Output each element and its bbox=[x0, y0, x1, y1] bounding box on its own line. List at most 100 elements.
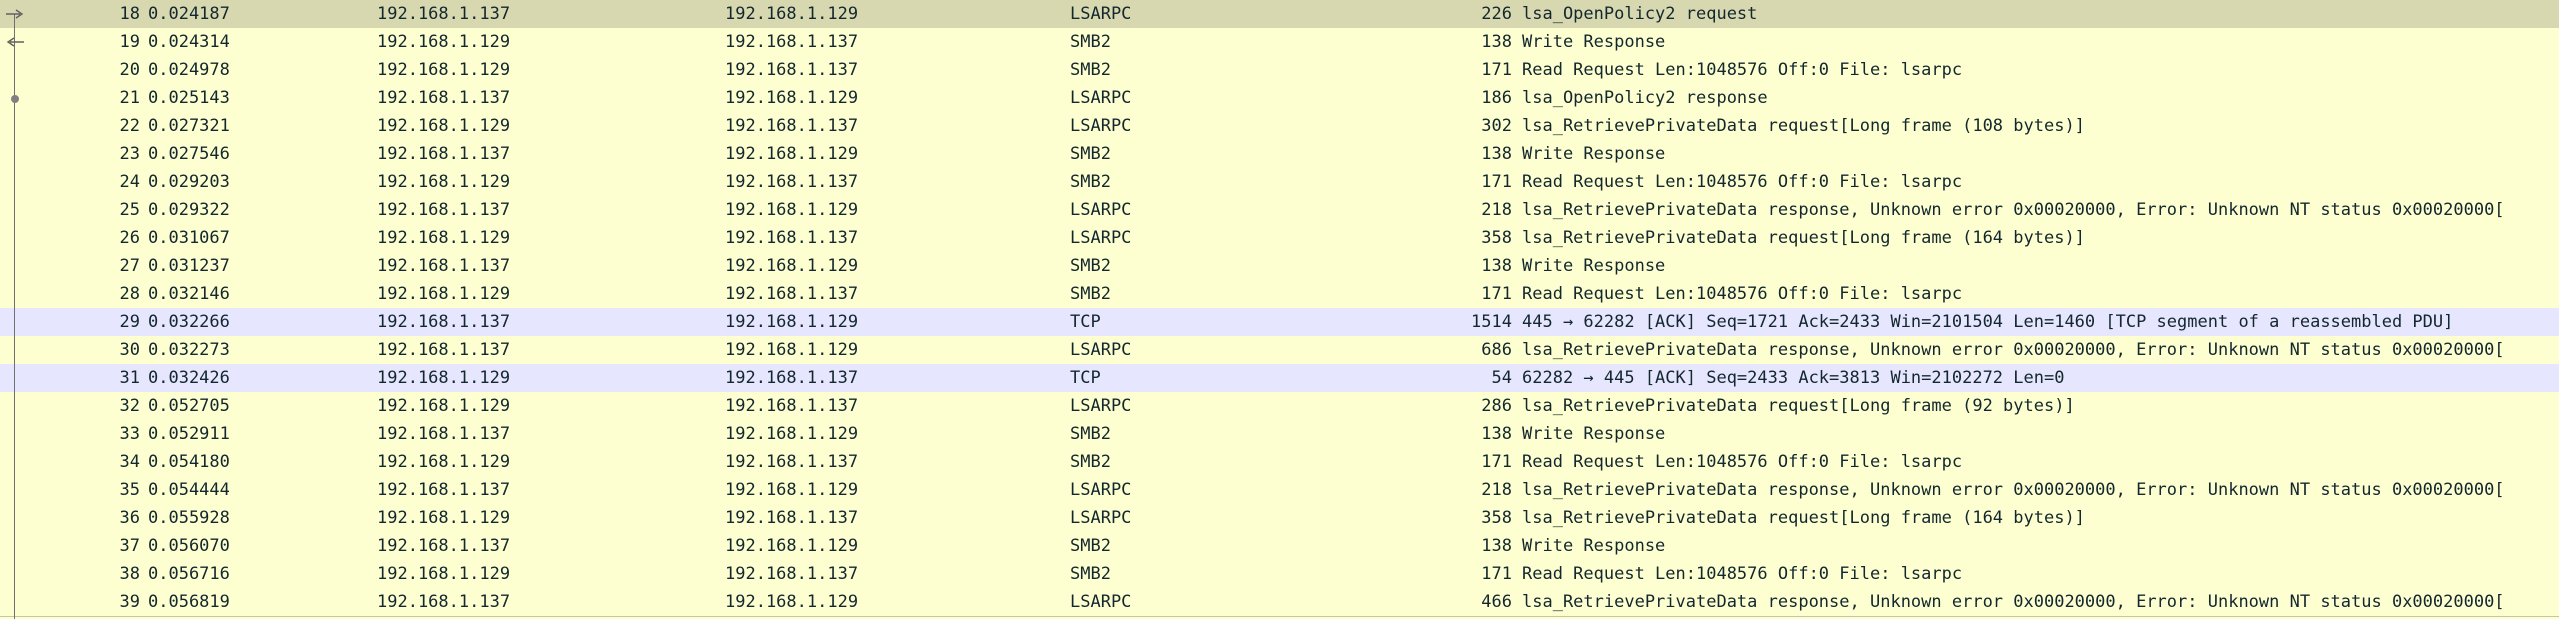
packet-length: 218 bbox=[1481, 200, 1512, 220]
packet-source: 192.168.1.129 bbox=[377, 60, 511, 80]
packet-protocol: LSARPC bbox=[1070, 4, 1132, 24]
packet-info: Read Request Len:1048576 Off:0 File: lsa… bbox=[1522, 172, 1963, 192]
packet-protocol: SMB2 bbox=[1070, 144, 1111, 164]
packet-row[interactable]: 39 0.056819 192.168.1.137 192.168.1.129 LSAR… bbox=[0, 588, 2559, 617]
packet-protocol: SMB2 bbox=[1070, 536, 1111, 556]
packet-destination: 192.168.1.129 bbox=[725, 88, 859, 108]
packet-length: 138 bbox=[1481, 256, 1512, 276]
packet-source: 192.168.1.137 bbox=[377, 4, 511, 24]
packet-row[interactable]: 29 0.032266 192.168.1.137 192.168.1.129 TCP 1… bbox=[0, 308, 2559, 336]
packet-destination: 192.168.1.137 bbox=[725, 452, 859, 472]
packet-row[interactable]: 35 0.054444 192.168.1.137 192.168.1.129 LSAR… bbox=[0, 476, 2559, 504]
packet-row-selected[interactable]: 18 0.024187 192.168.1.137 192.168.1.129 LSAR… bbox=[0, 0, 2559, 28]
packet-row[interactable]: 34 0.054180 192.168.1.129 192.168.1.137 SMB2… bbox=[0, 448, 2559, 476]
packet-length: 138 bbox=[1481, 144, 1512, 164]
packet-row[interactable]: 30 0.032273 192.168.1.137 192.168.1.129 LSAR… bbox=[0, 336, 2559, 364]
packet-source: 192.168.1.129 bbox=[377, 564, 511, 584]
packet-info: Write Response bbox=[1522, 424, 1666, 444]
packet-row[interactable]: 33 0.052911 192.168.1.137 192.168.1.129 SMB2… bbox=[0, 420, 2559, 448]
packet-number: 19 bbox=[119, 32, 140, 52]
packet-destination: 192.168.1.129 bbox=[725, 340, 859, 360]
packet-destination: 192.168.1.137 bbox=[725, 396, 859, 416]
packet-row[interactable]: 20 0.024978 192.168.1.129 192.168.1.137 SMB2… bbox=[0, 56, 2559, 84]
packet-destination: 192.168.1.137 bbox=[725, 116, 859, 136]
packet-row[interactable]: 19 0.024314 192.168.1.129 192.168.1.137 SMB2… bbox=[0, 28, 2559, 56]
packet-row[interactable]: 28 0.032146 192.168.1.129 192.168.1.137 SMB2… bbox=[0, 280, 2559, 308]
packet-row[interactable]: 22 0.027321 192.168.1.129 192.168.1.137 LSAR… bbox=[0, 112, 2559, 140]
packet-number: 33 bbox=[119, 424, 140, 444]
packet-protocol: TCP bbox=[1070, 368, 1101, 388]
packet-row[interactable]: 38 0.056716 192.168.1.129 192.168.1.137 SMB2… bbox=[0, 560, 2559, 588]
packet-row[interactable]: 37 0.056070 192.168.1.137 192.168.1.129 SMB2… bbox=[0, 532, 2559, 560]
packet-info: lsa_RetrievePrivateData response, Unknow… bbox=[1522, 200, 2505, 220]
packet-info: lsa_OpenPolicy2 request bbox=[1522, 4, 1758, 24]
packet-destination: 192.168.1.129 bbox=[725, 312, 859, 332]
packet-source: 192.168.1.129 bbox=[377, 452, 511, 472]
packet-length: 358 bbox=[1481, 508, 1512, 528]
packet-row[interactable]: 27 0.031237 192.168.1.137 192.168.1.129 SMB2… bbox=[0, 252, 2559, 280]
packet-source: 192.168.1.129 bbox=[377, 368, 511, 388]
packet-row[interactable]: 32 0.052705 192.168.1.129 192.168.1.137 LSAR… bbox=[0, 392, 2559, 420]
packet-info: lsa_RetrievePrivateData request[Long fra… bbox=[1522, 396, 2075, 416]
packet-info: Write Response bbox=[1522, 536, 1666, 556]
packet-number: 38 bbox=[119, 564, 140, 584]
packet-number: 24 bbox=[119, 172, 140, 192]
packet-time: 0.031237 bbox=[148, 256, 230, 276]
packet-number: 29 bbox=[119, 312, 140, 332]
packet-destination: 192.168.1.137 bbox=[725, 508, 859, 528]
packet-length: 171 bbox=[1481, 284, 1512, 304]
packet-length: 171 bbox=[1481, 564, 1512, 584]
packet-number: 39 bbox=[119, 592, 140, 612]
packet-protocol: SMB2 bbox=[1070, 60, 1111, 80]
packet-length: 218 bbox=[1481, 480, 1512, 500]
packet-row[interactable]: 25 0.029322 192.168.1.137 192.168.1.129 LSAR… bbox=[0, 196, 2559, 224]
packet-time: 0.056819 bbox=[148, 592, 230, 612]
packet-length: 686 bbox=[1481, 340, 1512, 360]
packet-length: 302 bbox=[1481, 116, 1512, 136]
packet-length: 358 bbox=[1481, 228, 1512, 248]
packet-source: 192.168.1.137 bbox=[377, 256, 511, 276]
packet-length: 138 bbox=[1481, 32, 1512, 52]
packet-row[interactable]: 23 0.027546 192.168.1.137 192.168.1.129 SMB2… bbox=[0, 140, 2559, 168]
packet-protocol: LSARPC bbox=[1070, 200, 1132, 220]
packet-time: 0.056716 bbox=[148, 564, 230, 584]
packet-info: Write Response bbox=[1522, 32, 1666, 52]
packet-number: 30 bbox=[119, 340, 140, 360]
packet-source: 192.168.1.137 bbox=[377, 312, 511, 332]
packet-source: 192.168.1.137 bbox=[377, 340, 511, 360]
packet-destination: 192.168.1.129 bbox=[725, 4, 859, 24]
packet-time: 0.032273 bbox=[148, 340, 230, 360]
packet-info: Read Request Len:1048576 Off:0 File: lsa… bbox=[1522, 284, 1963, 304]
packet-number: 28 bbox=[119, 284, 140, 304]
packet-number: 20 bbox=[119, 60, 140, 80]
packet-time: 0.027546 bbox=[148, 144, 230, 164]
packet-length: 171 bbox=[1481, 452, 1512, 472]
packet-length: 138 bbox=[1481, 536, 1512, 556]
packet-number: 23 bbox=[119, 144, 140, 164]
packet-row[interactable]: 26 0.031067 192.168.1.129 192.168.1.137 LSAR… bbox=[0, 224, 2559, 252]
packet-destination: 192.168.1.129 bbox=[725, 536, 859, 556]
packet-protocol: LSARPC bbox=[1070, 508, 1132, 528]
packet-protocol: SMB2 bbox=[1070, 172, 1111, 192]
packet-number: 31 bbox=[119, 368, 140, 388]
packet-destination: 192.168.1.137 bbox=[725, 368, 859, 388]
packet-info: 62282 → 445 [ACK] Seq=2433 Ack=3813 Win=… bbox=[1522, 368, 2065, 388]
packet-protocol: LSARPC bbox=[1070, 592, 1132, 612]
packet-protocol: LSARPC bbox=[1070, 228, 1132, 248]
packet-list[interactable]: 18 0.024187 192.168.1.137 192.168.1.129 LSAR… bbox=[0, 0, 2559, 619]
packet-source: 192.168.1.129 bbox=[377, 508, 511, 528]
packet-protocol: SMB2 bbox=[1070, 32, 1111, 52]
packet-length: 466 bbox=[1481, 592, 1512, 612]
packet-row[interactable]: 21 0.025143 192.168.1.137 192.168.1.129 LSAR… bbox=[0, 84, 2559, 112]
packet-row[interactable]: 24 0.029203 192.168.1.129 192.168.1.137 SMB2… bbox=[0, 168, 2559, 196]
packet-info: Read Request Len:1048576 Off:0 File: lsa… bbox=[1522, 564, 1963, 584]
packet-row[interactable]: 31 0.032426 192.168.1.129 192.168.1.137 TCP 5… bbox=[0, 364, 2559, 392]
packet-destination: 192.168.1.129 bbox=[725, 200, 859, 220]
packet-protocol: SMB2 bbox=[1070, 564, 1111, 584]
packet-length: 171 bbox=[1481, 60, 1512, 80]
packet-destination: 192.168.1.137 bbox=[725, 172, 859, 192]
packet-destination: 192.168.1.129 bbox=[725, 144, 859, 164]
packet-row[interactable]: 36 0.055928 192.168.1.129 192.168.1.137 LSAR… bbox=[0, 504, 2559, 532]
packet-info: Write Response bbox=[1522, 144, 1666, 164]
packet-length: 186 bbox=[1481, 88, 1512, 108]
